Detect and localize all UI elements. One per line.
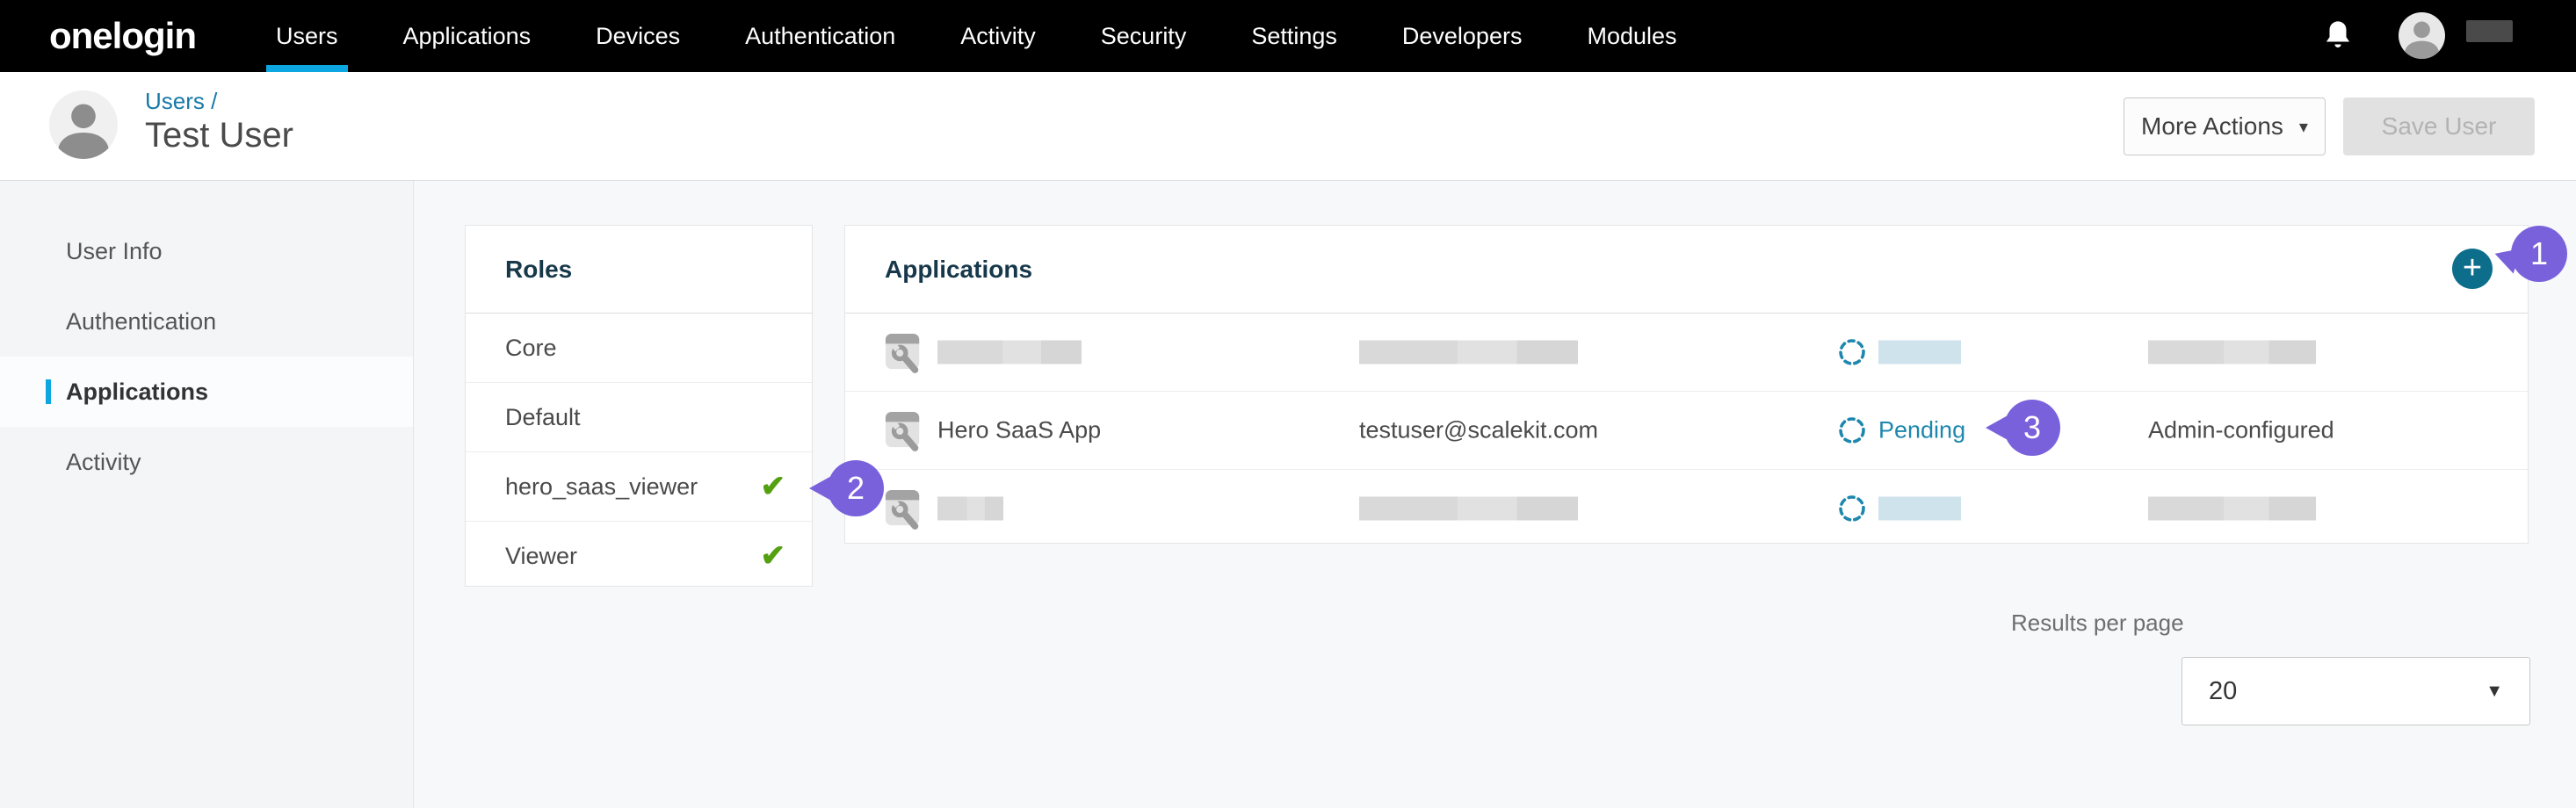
nav-account-name-redacted: [2466, 20, 2513, 42]
status-placeholder-bar: [1878, 497, 1961, 521]
config-placeholder-bar: [2148, 341, 2316, 364]
provisioning-spinner-icon: [1837, 415, 1867, 445]
person-icon: [2399, 12, 2445, 59]
save-user-label: Save User: [2382, 112, 2497, 141]
role-name: Core: [505, 335, 557, 362]
user-detail-sidebar: User Info Authentication Applications Ac…: [0, 181, 414, 808]
more-actions-button[interactable]: More Actions ▾: [2124, 97, 2326, 155]
app-name-placeholder-bar: [937, 497, 1003, 521]
roles-panel-title: Roles: [466, 226, 812, 314]
top-nav-bar: onelogin Users Applications Devices Auth…: [0, 0, 2576, 72]
application-row-hero-saas-app[interactable]: Hero SaaS App testuser@scalekit.com Pend…: [845, 392, 2528, 470]
results-per-page-value: 20: [2209, 677, 2237, 706]
role-row-core[interactable]: Core: [466, 314, 812, 383]
role-name: Default: [505, 404, 581, 431]
app-default-icon: [885, 409, 923, 451]
config-source-label: Admin-configured: [2148, 417, 2334, 444]
applications-panel-title: Applications: [885, 256, 1032, 283]
nav-item-settings[interactable]: Settings: [1251, 0, 1337, 72]
onelogin-logo: onelogin: [49, 0, 196, 72]
annotation-badge-1: 1: [2511, 226, 2567, 282]
nav-item-activity[interactable]: Activity: [960, 0, 1036, 72]
role-name: hero_saas_viewer: [505, 473, 698, 501]
app-default-icon: [885, 331, 923, 373]
sidebar-item-activity[interactable]: Activity: [0, 427, 413, 497]
application-row-placeholder[interactable]: [845, 314, 2528, 392]
app-login-placeholder-bar: [1359, 497, 1578, 521]
nav-item-developers[interactable]: Developers: [1402, 0, 1523, 72]
nav-item-devices[interactable]: Devices: [596, 0, 680, 72]
results-per-page-label: Results per page: [2011, 610, 2184, 637]
provisioning-spinner-icon: [1837, 337, 1867, 367]
page-header: Users / Test User More Actions ▾ Save Us…: [0, 72, 2576, 181]
nav-user-avatar[interactable]: [2399, 12, 2445, 59]
app-default-icon: [885, 487, 923, 530]
nav-items: Users Applications Devices Authenticatio…: [276, 0, 1677, 72]
notifications-bell-icon[interactable]: [2323, 19, 2353, 53]
user-avatar: [49, 90, 118, 159]
check-icon: ✔: [761, 541, 786, 571]
screen: onelogin Users Applications Devices Auth…: [0, 0, 2576, 808]
app-name: Hero SaaS App: [937, 417, 1101, 444]
applications-panel: Applications +: [844, 225, 2529, 544]
status-pending-link[interactable]: Pending: [1878, 417, 1965, 444]
sidebar-item-applications[interactable]: Applications: [0, 357, 413, 427]
annotation-badge-2: 2: [828, 460, 884, 516]
app-login-placeholder-bar: [1359, 341, 1578, 364]
role-row-hero-saas-viewer[interactable]: hero_saas_viewer ✔: [466, 452, 812, 522]
app-name-placeholder-bar: [937, 341, 1082, 364]
annotation-badge-3: 3: [2004, 400, 2060, 456]
sidebar-item-authentication[interactable]: Authentication: [0, 286, 413, 357]
application-row-placeholder[interactable]: [845, 470, 2528, 547]
nav-item-authentication[interactable]: Authentication: [745, 0, 895, 72]
add-application-button[interactable]: +: [2452, 249, 2493, 289]
results-per-page-select[interactable]: 20 ▼: [2182, 657, 2530, 725]
chevron-down-icon: ▾: [2299, 116, 2308, 138]
applications-panel-header: Applications +: [845, 226, 2528, 314]
nav-item-users[interactable]: Users: [276, 0, 338, 72]
nav-item-applications[interactable]: Applications: [403, 0, 532, 72]
save-user-button[interactable]: Save User: [2343, 97, 2535, 155]
roles-panel: Roles Core Default hero_saas_viewer ✔ Vi…: [465, 225, 813, 587]
nav-item-security[interactable]: Security: [1101, 0, 1187, 72]
check-icon: ✔: [761, 472, 786, 501]
sidebar-item-user-info[interactable]: User Info: [0, 216, 413, 286]
provisioning-spinner-icon: [1837, 494, 1867, 523]
status-placeholder-bar: [1878, 341, 1961, 364]
person-icon: [49, 90, 118, 159]
more-actions-label: More Actions: [2141, 112, 2283, 141]
role-name: Viewer: [505, 543, 577, 570]
app-login-email: testuser@scalekit.com: [1359, 417, 1598, 444]
role-row-viewer[interactable]: Viewer ✔: [466, 522, 812, 590]
breadcrumb-users-link[interactable]: Users /: [145, 88, 217, 115]
page-title: Test User: [145, 116, 293, 155]
nav-item-modules[interactable]: Modules: [1587, 0, 1676, 72]
chevron-down-icon: ▼: [2486, 682, 2503, 702]
config-placeholder-bar: [2148, 497, 2316, 521]
role-row-default[interactable]: Default: [466, 383, 812, 452]
